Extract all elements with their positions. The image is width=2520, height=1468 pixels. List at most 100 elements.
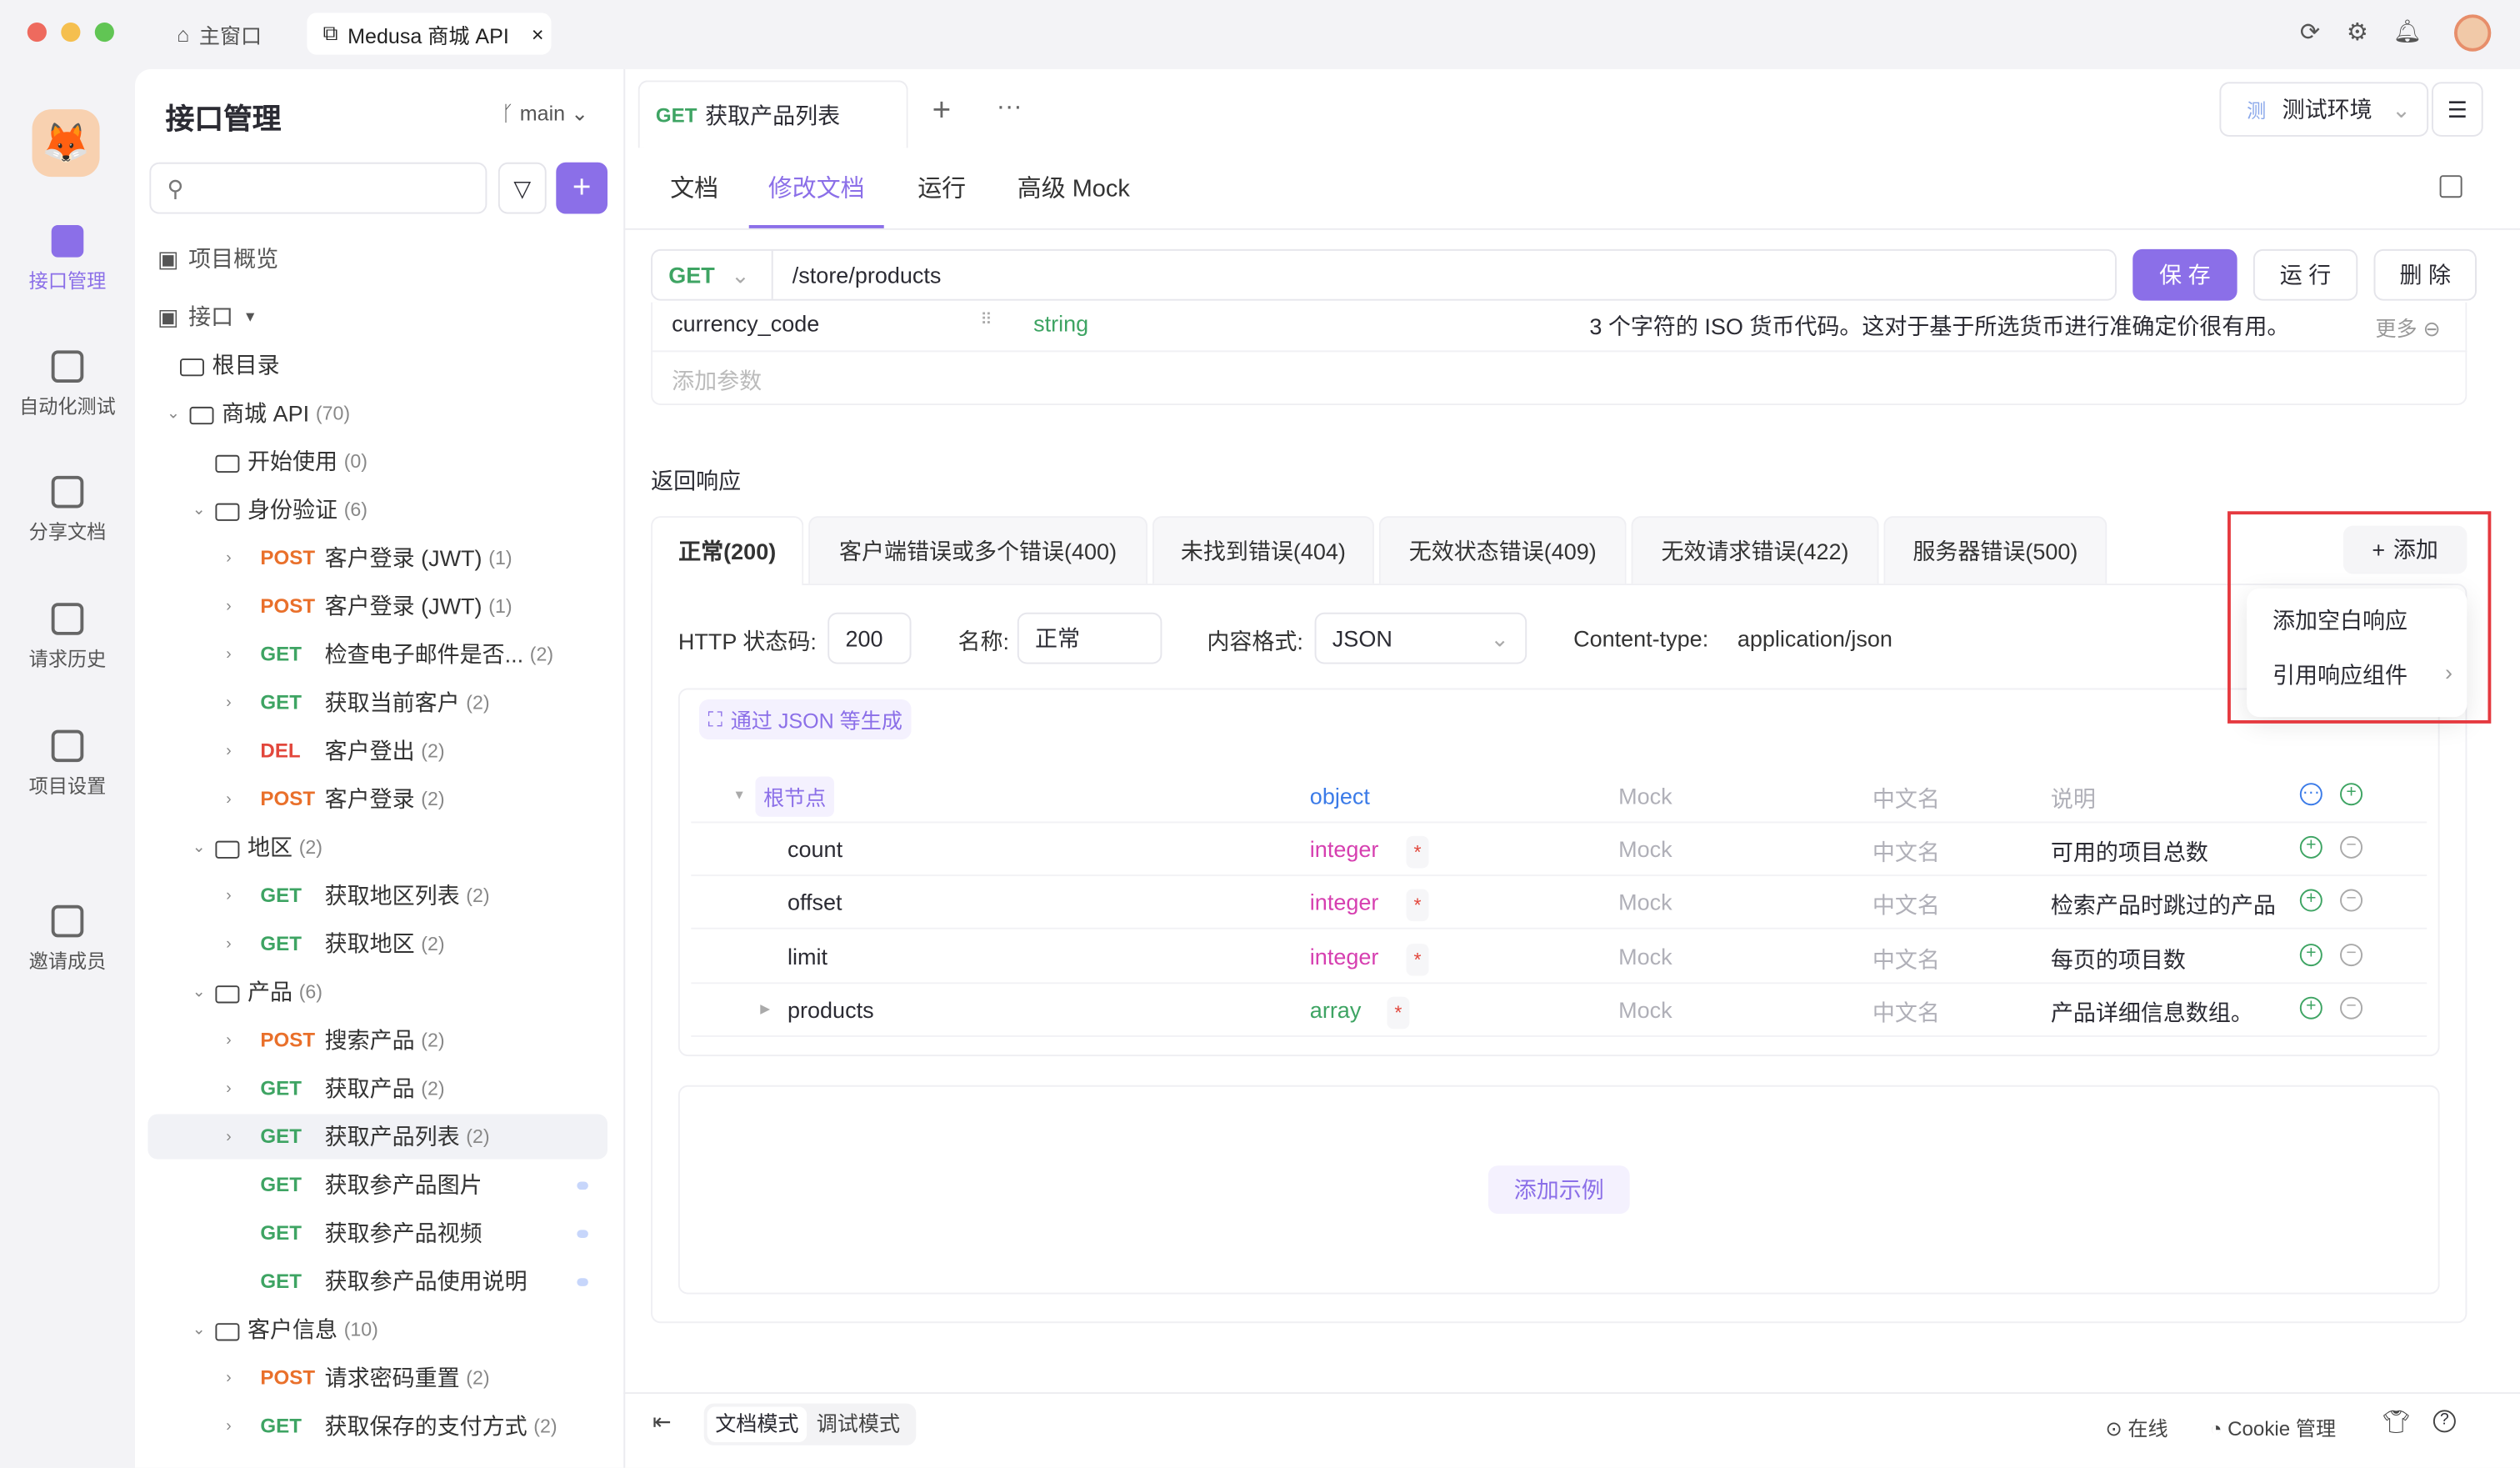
save-button[interactable]: 保 存 [2132,248,2238,301]
tree-item[interactable]: › POST 客户登录 (JWT) (1) [148,535,608,580]
tree-item[interactable]: ⌄ 客户信息 (10) [148,1307,608,1352]
response-tab-3[interactable]: 无效状态错误(409) [1378,516,1627,584]
close-icon[interactable]: × [532,22,544,46]
response-tab-2[interactable]: 未找到错误(404) [1152,516,1374,584]
theme-shirt-icon[interactable]: 👕︎ [2382,1408,2410,1435]
add-button[interactable]: + [556,162,608,214]
field-type[interactable]: integer [1310,889,1379,915]
rail-item-5[interactable]: 邀请成员 [0,904,135,974]
refresh-icon[interactable]: ⟳ [2300,18,2320,47]
rail-item-3[interactable]: 请求历史 [0,603,135,672]
field-cn-name[interactable]: 中文名 [1872,943,1940,975]
subtab-0[interactable]: 文档 [670,170,718,228]
field-cn-name[interactable]: 中文名 [1872,889,1940,922]
doc-mode-button[interactable]: 文档模式 [707,1406,808,1442]
tree-item[interactable]: › POST 请求密码重置 (2) [148,1355,608,1400]
field-cn-name[interactable]: 中文名 [1872,836,1940,869]
help-icon[interactable]: ? [2432,1410,2456,1433]
more-tabs-button[interactable]: ··· [997,93,1022,123]
field-name[interactable]: count [788,836,842,862]
field-desc[interactable]: 可用的项目总数 [2051,836,2279,869]
add-example-button[interactable]: 添加示例 [1488,1165,1630,1215]
tree-item[interactable]: › GET 获取保存的支付方式 (2) [148,1404,608,1449]
response-tab-4[interactable]: 无效请求错误(422) [1631,516,1879,584]
required-toggle[interactable]: * [1406,835,1429,869]
field-name[interactable]: limit [788,943,828,969]
tree-item[interactable]: ⌄ 地区 (2) [148,824,608,869]
tree-item[interactable]: ⌄ 商城 API (70) [148,391,608,436]
tree-item[interactable]: › DEL 客户登出 (2) [148,729,608,774]
close-window-button[interactable] [27,23,47,43]
field-name[interactable]: products [788,997,874,1023]
param-type[interactable]: string [1033,310,1088,336]
field-desc[interactable]: 检索产品时跳过的产品 [2051,889,2279,922]
subtab-1[interactable]: 修改文档 [748,170,884,228]
rail-item-0[interactable]: 接口管理 [0,225,135,294]
remove-field-icon[interactable]: − [2340,996,2363,1020]
status-code-input[interactable]: 200 [828,612,912,664]
branch-selector[interactable]: ᚴ main ⌄ [502,102,588,128]
subtab-3[interactable]: 高级 Mock [1018,170,1130,228]
method-select[interactable]: GET ⌄ [652,250,773,299]
rail-item-4[interactable]: 项目设置 [0,729,135,799]
required-toggle[interactable]: * [1387,996,1410,1030]
field-type[interactable]: integer [1310,836,1379,862]
debug-mode-button[interactable]: 调试模式 [817,1407,913,1442]
filter-button[interactable]: ▽ [498,162,547,214]
format-select[interactable]: JSON ⌄ [1314,612,1528,664]
tree-item[interactable]: › GET 获取地区列表 (2) [148,873,608,918]
field-type[interactable]: array [1310,997,1362,1023]
collapse-sidebar-icon[interactable]: ⇤ [652,1408,672,1435]
param-name[interactable]: currency_code [672,310,819,336]
remove-field-icon[interactable]: − [2340,835,2363,859]
menu-button[interactable]: ☰ [2431,82,2483,137]
tree-item[interactable]: › GET 获取产品列表 (2) [148,1114,608,1160]
subtab-2[interactable]: 运行 [918,170,966,228]
name-input[interactable]: 正常 [1017,612,1162,664]
tree-item[interactable]: GET 获取参产品使用说明 [148,1259,608,1304]
field-mock[interactable]: Mock [1618,783,1672,809]
remove-field-icon[interactable]: − [2340,889,2363,913]
env-selector[interactable]: 测测试环境 ⌄ [2219,82,2429,137]
panel-toggle-icon[interactable] [2439,175,2462,198]
avatar[interactable] [2453,14,2492,52]
tree-item[interactable]: › GET 获取当前客户 (2) [148,680,608,725]
tree-item[interactable]: 根目录 [148,343,608,388]
rail-item-2[interactable]: 分享文档 [0,475,135,545]
param-description[interactable]: 3 个字符的 ISO 货币代码。这对于基于所选货币进行准确定价很有用。 [1589,310,2289,343]
new-tab-button[interactable]: + [932,93,952,130]
online-status[interactable]: ⊙ 在线 [2105,1411,2168,1442]
generate-from-json-button[interactable]: ⛶ 通过 JSON 等生成 [698,699,912,740]
field-desc[interactable]: 每页的项目数 [2051,943,2279,975]
bell-icon[interactable]: 🔔︎ [2393,18,2422,45]
tab-get-product-list[interactable]: GET 获取产品列表 [638,80,908,148]
tree-item[interactable]: ⌄ 身份验证 (6) [148,487,608,532]
required-toggle[interactable]: * [1406,889,1429,922]
more-options-icon[interactable]: ··· [2299,783,2322,806]
tab-project[interactable]: ⧉ Medusa 商城 API × [307,13,552,55]
tree-item[interactable]: › POST 客户登录 (JWT) (1) [148,584,608,629]
tree-item[interactable]: › GET 检查电子邮件是否... (2) [148,632,608,677]
minimize-window-button[interactable] [61,23,81,43]
field-type[interactable]: integer [1310,943,1379,969]
tree-item[interactable]: GET 获取参产品图片 [148,1162,608,1207]
tree-item[interactable]: › POST 搜索产品 (2) [148,1018,608,1063]
field-mock[interactable]: Mock [1618,889,1672,915]
response-tab-1[interactable]: 客户端错误或多个错误(400) [808,516,1148,584]
field-cn-name[interactable]: 中文名 [1872,997,1940,1030]
sidebar-item-overview[interactable]: ▣ 项目概览 [148,237,608,282]
tab-home[interactable]: ⌂ 主窗口 [177,13,262,54]
add-sibling-icon[interactable]: + [2299,835,2322,859]
field-type[interactable]: object [1310,783,1370,809]
run-button[interactable]: 运 行 [2252,248,2358,301]
caret-down-icon[interactable]: ▼ [732,788,745,802]
sidebar-item-api[interactable]: ▣ 接口 ▼ [148,294,608,339]
settings-icon[interactable]: ⚙ [2347,18,2368,47]
caret-right-icon[interactable]: ▶ [760,1001,770,1015]
response-tab-5[interactable]: 服务器错误(500) [1883,516,2108,584]
field-desc[interactable]: 说明 [2051,783,2096,815]
response-tab-0[interactable]: 正常(200) [651,516,804,586]
cookie-manager-button[interactable]: ◔ Cookie 管理 [2210,1411,2336,1442]
delete-button[interactable]: 删 除 [2373,248,2477,301]
maximize-window-button[interactable] [94,23,114,43]
